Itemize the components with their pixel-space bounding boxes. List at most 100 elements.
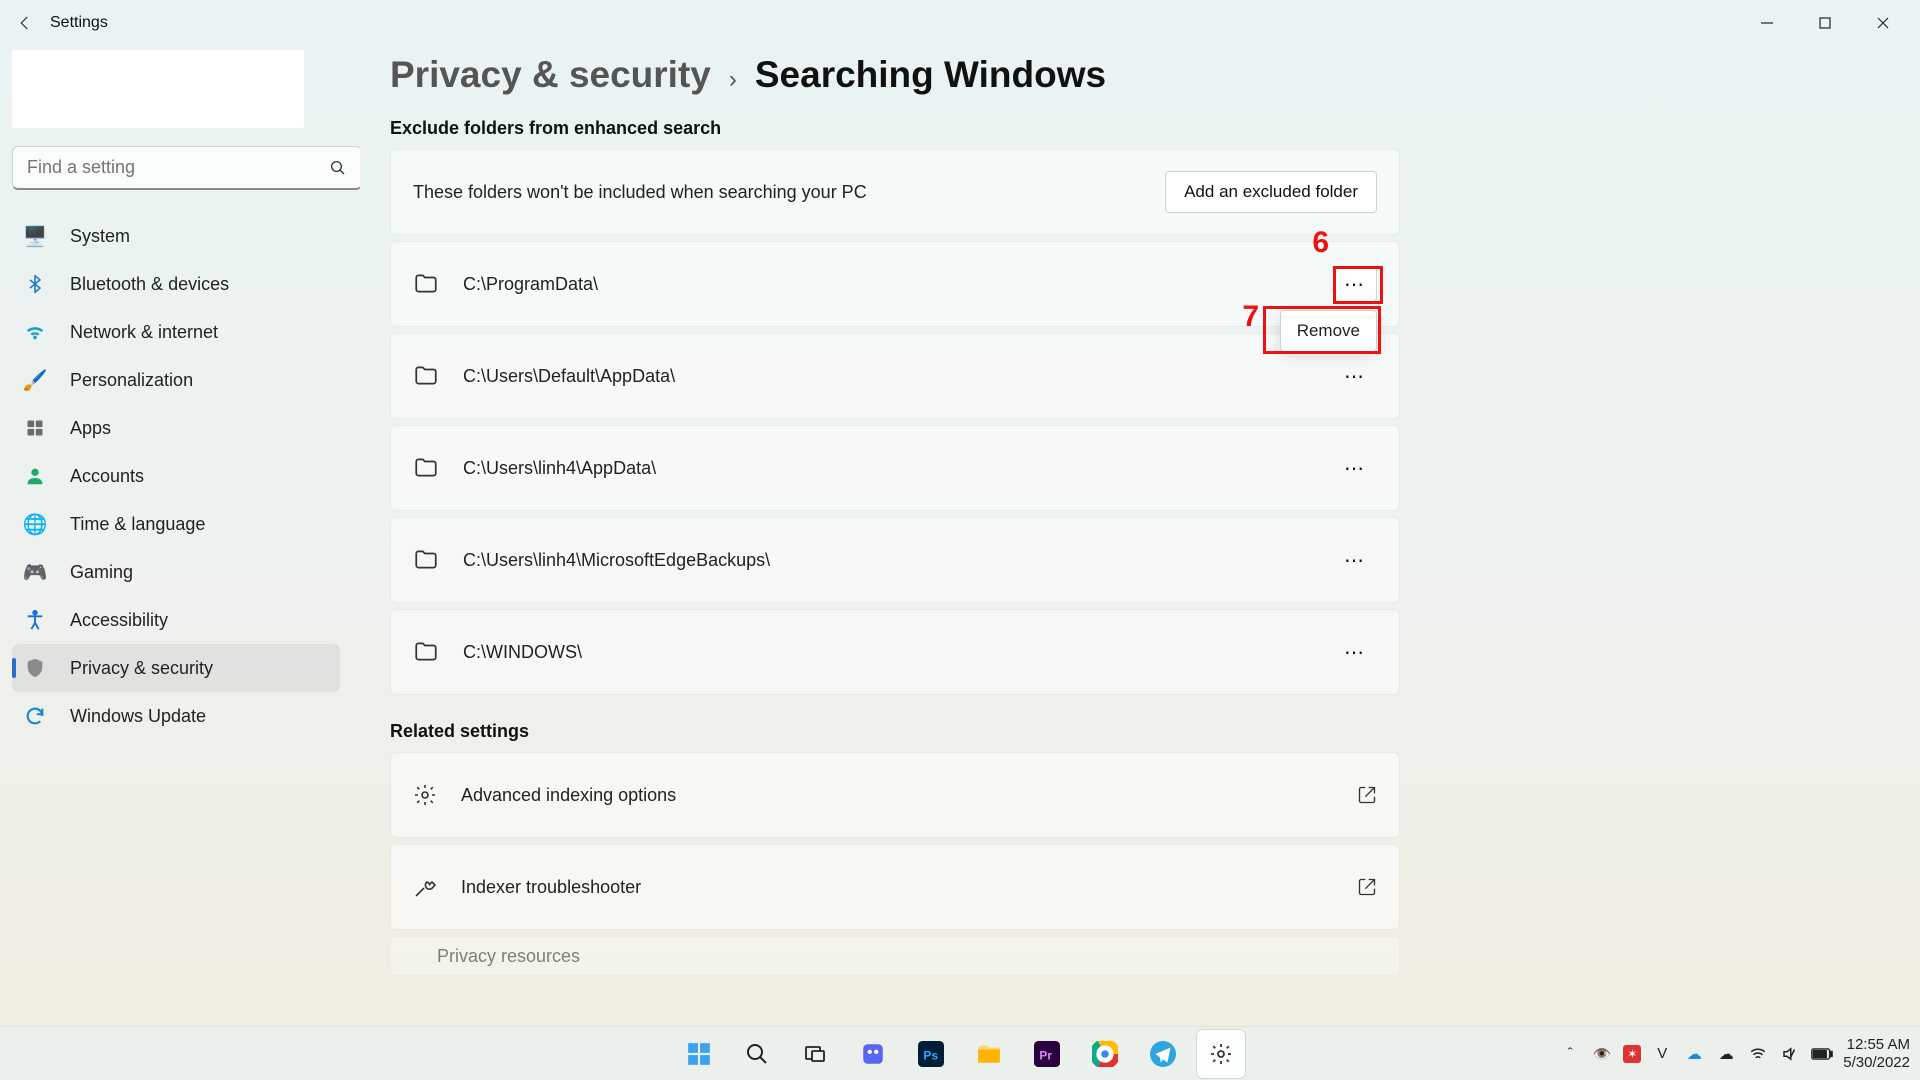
- sidebar-item-label: Gaming: [70, 562, 133, 583]
- tray-icon[interactable]: V: [1651, 1043, 1673, 1065]
- folder-icon: [413, 363, 439, 389]
- onedrive-icon[interactable]: ☁: [1683, 1043, 1705, 1065]
- related-item-advanced-indexing[interactable]: Advanced indexing options: [390, 752, 1400, 838]
- sidebar-item-label: Personalization: [70, 370, 193, 391]
- sidebar-item-label: Network & internet: [70, 322, 218, 343]
- exclude-description: These folders won't be included when sea…: [413, 182, 867, 203]
- folder-more-button[interactable]: ⋯: [1333, 266, 1377, 302]
- add-excluded-folder-button[interactable]: Add an excluded folder: [1165, 171, 1377, 213]
- taskbar-app-telegram[interactable]: [1139, 1030, 1187, 1078]
- main-content: Privacy & security › Searching Windows E…: [360, 46, 1920, 1026]
- gear-icon: [413, 783, 437, 807]
- clock-date: 5/30/2022: [1843, 1054, 1910, 1071]
- update-icon: [22, 703, 48, 729]
- excluded-folder-row: C:\Users\linh4\MicrosoftEdgeBackups\ ⋯: [390, 517, 1400, 603]
- system-tray[interactable]: ˆ 👁️ ✶ V ☁ ☁ 12:55 AM 5/30/2022: [1559, 1036, 1920, 1071]
- related-item-label: Indexer troubleshooter: [461, 877, 641, 898]
- sidebar-item-apps[interactable]: Apps: [12, 404, 340, 452]
- chevron-right-icon: ›: [729, 66, 737, 94]
- tray-overflow-icon[interactable]: ˆ: [1559, 1043, 1581, 1065]
- sidebar-item-system[interactable]: 🖥️ System: [12, 212, 340, 260]
- taskbar-clock[interactable]: 12:55 AM 5/30/2022: [1843, 1036, 1910, 1071]
- breadcrumb: Privacy & security › Searching Windows: [360, 54, 1400, 96]
- folder-path: C:\Users\linh4\AppData\: [463, 458, 656, 479]
- taskbar: Ps Pr ˆ 👁️ ✶ V ☁ ☁ 12:55 AM 5/30/2022: [0, 1026, 1920, 1080]
- sidebar-item-time-language[interactable]: 🌐Time & language: [12, 500, 340, 548]
- page-title: Searching Windows: [755, 54, 1106, 96]
- search-icon: [329, 159, 347, 177]
- display-icon: 🖥️: [22, 223, 48, 249]
- sidebar-item-bluetooth[interactable]: Bluetooth & devices: [12, 260, 340, 308]
- brush-icon: 🖌️: [22, 367, 48, 393]
- folder-more-button[interactable]: ⋯: [1333, 450, 1377, 486]
- search-input-wrapper[interactable]: [12, 146, 360, 190]
- titlebar: Settings: [0, 0, 1920, 46]
- folder-icon: [413, 271, 439, 297]
- sidebar-item-privacy-security[interactable]: Privacy & security: [12, 644, 340, 692]
- related-item-indexer-troubleshooter[interactable]: Indexer troubleshooter: [390, 844, 1400, 930]
- sidebar-item-accessibility[interactable]: Accessibility: [12, 596, 340, 644]
- annotation-label-7: 7: [1242, 300, 1259, 334]
- folder-more-button[interactable]: ⋯: [1333, 542, 1377, 578]
- sidebar-item-label: Accessibility: [70, 610, 168, 631]
- sidebar-item-label: Accounts: [70, 466, 144, 487]
- open-external-icon: [1357, 877, 1377, 897]
- start-button[interactable]: [675, 1030, 723, 1078]
- folder-path: C:\ProgramData\: [463, 274, 598, 295]
- wifi-icon: [22, 319, 48, 345]
- related-item-privacy-resources[interactable]: Privacy resources: [390, 936, 1400, 976]
- folder-icon: [413, 547, 439, 573]
- taskbar-app-photoshop[interactable]: Ps: [907, 1030, 955, 1078]
- context-menu-remove-label: Remove: [1297, 321, 1360, 340]
- search-input[interactable]: [27, 157, 329, 178]
- section-title-related: Related settings: [360, 721, 1400, 742]
- sidebar-item-label: Bluetooth & devices: [70, 274, 229, 295]
- svg-text:Ps: Ps: [923, 1048, 938, 1062]
- back-button[interactable]: [8, 6, 42, 40]
- taskbar-center: Ps Pr: [675, 1030, 1245, 1078]
- sidebar-item-personalization[interactable]: 🖌️ Personalization: [12, 356, 340, 404]
- taskbar-app-chat[interactable]: [849, 1030, 897, 1078]
- tray-icon[interactable]: ✶: [1623, 1045, 1641, 1063]
- taskbar-search-button[interactable]: [733, 1030, 781, 1078]
- taskbar-app-premiere[interactable]: Pr: [1023, 1030, 1071, 1078]
- folder-path: C:\Users\linh4\MicrosoftEdgeBackups\: [463, 550, 770, 571]
- excluded-folder-row: C:\WINDOWS\ ⋯: [390, 609, 1400, 695]
- close-button[interactable]: [1854, 0, 1912, 46]
- tray-icon[interactable]: 👁️: [1591, 1043, 1613, 1065]
- sidebar-item-accounts[interactable]: Accounts: [12, 452, 340, 500]
- apps-icon: [22, 415, 48, 441]
- sidebar-item-network[interactable]: Network & internet: [12, 308, 340, 356]
- sidebar-nav: 🖥️ System Bluetooth & devices Network & i…: [12, 212, 340, 740]
- excluded-folder-row: C:\Users\linh4\AppData\ ⋯: [390, 425, 1400, 511]
- clock-time: 12:55 AM: [1843, 1036, 1910, 1053]
- svg-text:Pr: Pr: [1039, 1048, 1052, 1062]
- sidebar-item-gaming[interactable]: 🎮Gaming: [12, 548, 340, 596]
- excluded-folder-row: C:\ProgramData\ ⋯ 6 Remove 7: [390, 241, 1400, 327]
- taskbar-app-explorer[interactable]: [965, 1030, 1013, 1078]
- sidebar-item-label: Apps: [70, 418, 111, 439]
- globe-icon: 🌐: [22, 511, 48, 537]
- sidebar-item-label: Privacy & security: [70, 658, 213, 679]
- section-title-exclude: Exclude folders from enhanced search: [360, 118, 1400, 139]
- maximize-button[interactable]: [1796, 0, 1854, 46]
- breadcrumb-parent[interactable]: Privacy & security: [390, 54, 711, 96]
- folder-icon: [413, 455, 439, 481]
- cloud-icon[interactable]: ☁: [1715, 1043, 1737, 1065]
- taskbar-app-chrome[interactable]: [1081, 1030, 1129, 1078]
- battery-icon[interactable]: [1811, 1043, 1833, 1065]
- sidebar-item-label: System: [70, 226, 130, 247]
- user-card[interactable]: [12, 50, 304, 128]
- folder-path: C:\WINDOWS\: [463, 642, 582, 663]
- task-view-button[interactable]: [791, 1030, 839, 1078]
- sidebar: 🖥️ System Bluetooth & devices Network & i…: [0, 46, 360, 1026]
- wifi-icon[interactable]: [1747, 1043, 1769, 1065]
- sidebar-item-windows-update[interactable]: Windows Update: [12, 692, 340, 740]
- context-menu-remove[interactable]: Remove: [1280, 310, 1377, 352]
- taskbar-app-settings[interactable]: [1197, 1030, 1245, 1078]
- folder-more-button[interactable]: ⋯: [1333, 358, 1377, 394]
- folder-more-button[interactable]: ⋯: [1333, 634, 1377, 670]
- minimize-button[interactable]: [1738, 0, 1796, 46]
- volume-icon[interactable]: [1779, 1043, 1801, 1065]
- related-item-label: Privacy resources: [437, 946, 580, 967]
